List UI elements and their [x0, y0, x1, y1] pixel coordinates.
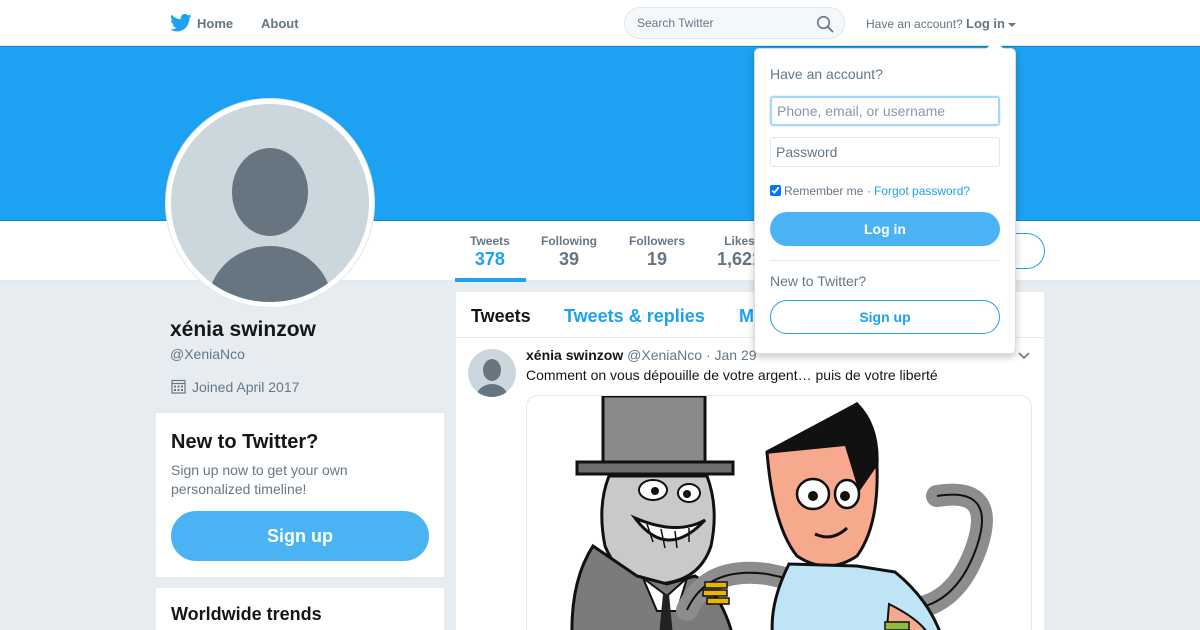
cartoon-illustration — [570, 396, 993, 630]
profile-name: xénia swinzow — [170, 318, 316, 341]
default-avatar-icon — [208, 148, 332, 302]
stat-tweets[interactable]: Tweets 378 — [470, 234, 510, 270]
tab-tweets-replies[interactable]: Tweets & replies — [564, 306, 705, 327]
caret-down-icon — [1008, 22, 1016, 27]
have-account-text: Have an account? — [866, 17, 963, 31]
remember-row: Remember me · Forgot password? — [770, 184, 970, 198]
active-tab-indicator — [455, 278, 526, 282]
login-toggle-label: Log in — [966, 16, 1005, 31]
remember-me-label[interactable]: Remember me — [784, 184, 863, 198]
tab-tweets[interactable]: Tweets — [471, 306, 531, 327]
stat-value: 378 — [474, 249, 505, 269]
nav-home-link[interactable]: Home — [197, 16, 233, 31]
twitter-bird-icon[interactable] — [170, 13, 192, 33]
search-icon[interactable] — [816, 15, 834, 33]
trends-card: Worldwide trends — [156, 588, 444, 630]
search-input[interactable] — [625, 8, 815, 38]
remember-me-checkbox[interactable] — [770, 185, 781, 196]
search-box — [624, 7, 845, 39]
login-button[interactable]: Log in — [770, 212, 1000, 246]
signup-button[interactable]: Sign up — [770, 300, 1000, 334]
stat-followers[interactable]: Followers 19 — [629, 234, 685, 270]
tweet-media-image[interactable] — [526, 395, 1032, 630]
tweet-text: Comment on vous dépouille de votre argen… — [526, 367, 938, 383]
dropdown-arrow — [986, 40, 1004, 49]
signup-card-title: New to Twitter? — [171, 431, 319, 453]
login-dropdown: Have an account? Remember me · Forgot pa… — [754, 40, 1016, 354]
avatar[interactable] — [171, 104, 369, 302]
chevron-down-icon[interactable] — [1018, 352, 1030, 360]
tweet-avatar[interactable] — [468, 349, 516, 397]
tweet-author-name[interactable]: xénia swinzow — [526, 347, 623, 363]
profile-handle[interactable]: @XeniaNco — [170, 346, 245, 362]
dropdown-divider — [770, 260, 1000, 261]
joined-text: Joined April 2017 — [192, 379, 300, 395]
stat-value: 19 — [646, 249, 668, 269]
signup-card-button[interactable]: Sign up — [171, 511, 429, 561]
login-dropdown-title: Have an account? — [770, 66, 883, 82]
calendar-icon — [171, 379, 186, 394]
default-avatar-icon — [476, 359, 508, 397]
stat-label: Following — [541, 234, 597, 248]
password-field[interactable] — [770, 137, 1000, 167]
stat-label: Followers — [629, 234, 686, 248]
profile-avatar-frame — [165, 98, 375, 308]
tweet-separator: · — [705, 347, 715, 363]
stat-value: 39 — [558, 249, 580, 269]
joined-date: Joined April 2017 — [171, 379, 299, 395]
tweet-date[interactable]: Jan 29 — [715, 347, 757, 363]
remember-separator: · — [863, 184, 875, 198]
username-field[interactable] — [770, 96, 1000, 126]
stat-following[interactable]: Following 39 — [541, 234, 597, 270]
login-dropdown-toggle[interactable]: Log in — [966, 16, 1016, 31]
signup-card-text: Sign up now to get your own personalized… — [171, 462, 348, 497]
signup-card: New to Twitter? Sign up now to get your … — [156, 413, 444, 577]
top-nav: Home About Have an account? Log in — [0, 0, 1200, 46]
forgot-password-link[interactable]: Forgot password? — [874, 184, 970, 198]
new-to-twitter-text: New to Twitter? — [770, 273, 867, 289]
tweet-header: xénia swinzow @XeniaNco · Jan 29 — [526, 347, 757, 363]
tweet-author-handle[interactable]: @XeniaNco — [627, 347, 702, 363]
trends-title: Worldwide trends — [171, 604, 322, 624]
nav-about-link[interactable]: About — [261, 16, 299, 31]
stat-label: Tweets — [470, 234, 510, 248]
